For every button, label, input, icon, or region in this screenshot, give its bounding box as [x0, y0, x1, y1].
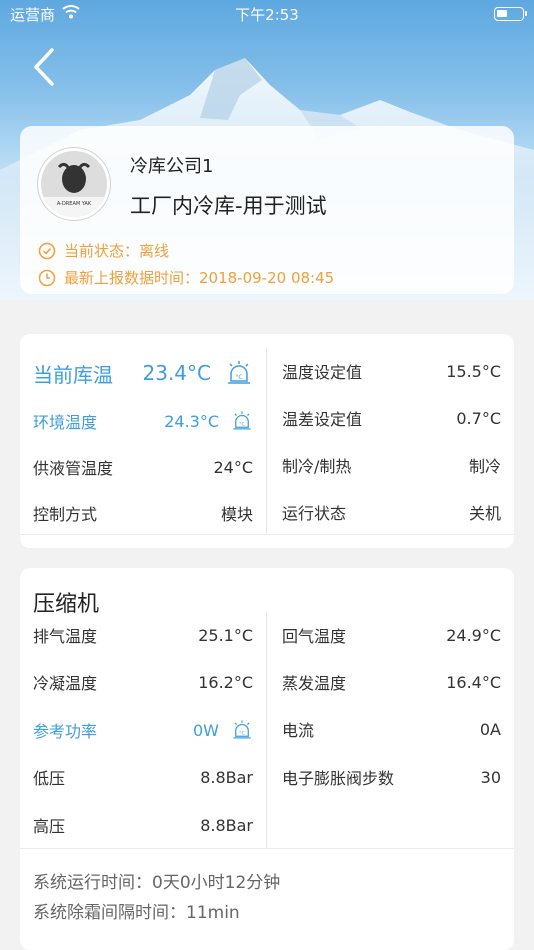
back-button[interactable]: [26, 42, 66, 92]
run-state-row: 运行状态 关机: [282, 499, 501, 525]
control-mode-label: 控制方式: [33, 505, 98, 524]
low-pressure-row: 低压 8.8Bar: [33, 764, 253, 790]
avatar-brand-text: A-DREAM YAK: [57, 201, 92, 207]
temp-setpoint-row: 温度设定值 15.5°C: [282, 358, 501, 384]
power-value: 0W: [193, 720, 219, 740]
condense-temp-label: 冷凝温度: [33, 674, 98, 693]
check-circle-icon: [38, 242, 56, 259]
temperature-alarm-icon[interactable]: °C: [231, 410, 253, 432]
compressor-card: 压缩机 排气温度 25.1°C 冷凝温度 16.2°C 参考功率 0W °C 低…: [20, 568, 514, 950]
env-temp-row: 环境温度 24.3°C °C: [33, 408, 253, 434]
svg-text:°C: °C: [239, 422, 245, 428]
divider: [266, 348, 267, 534]
control-mode-row: 控制方式 模块: [33, 500, 253, 526]
svg-text:°C: °C: [239, 731, 245, 737]
current-temp-row: 当前库温 23.4°C °C: [33, 358, 253, 388]
condense-temp-row: 冷凝温度 16.2°C: [33, 669, 253, 695]
return-temp-label: 回气温度: [282, 627, 347, 646]
current-value: 0A: [479, 719, 501, 739]
evap-temp-value: 16.4°C: [446, 672, 501, 692]
power-label: 参考功率: [33, 722, 98, 741]
current-temp-value: 23.4°C: [142, 361, 212, 385]
company-name: 冷库公司1: [130, 156, 214, 177]
status-row: 当前状态：离线: [38, 240, 169, 261]
temp-setpoint-label: 温度设定值: [282, 363, 363, 382]
env-temp-value: 24.3°C: [164, 411, 219, 431]
current-temp-label: 当前库温: [33, 362, 113, 387]
temp-diff-value: 0.7°C: [456, 408, 501, 428]
return-temp-row: 回气温度 24.9°C: [282, 622, 501, 648]
return-temp-value: 24.9°C: [446, 625, 501, 645]
status-time: 下午2:53: [235, 6, 299, 24]
divider: [20, 534, 514, 535]
supply-temp-value: 24°C: [213, 457, 253, 477]
supply-temp-row: 供液管温度 24°C: [33, 454, 253, 480]
valve-steps-value: 30: [480, 767, 501, 787]
exhaust-temp-row: 排气温度 25.1°C: [33, 622, 253, 648]
svg-text:°C: °C: [235, 374, 242, 381]
mode-label: 制冷/制热: [282, 457, 352, 476]
divider: [20, 848, 514, 849]
low-pressure-value: 8.8Bar: [200, 767, 253, 787]
status-text: 当前状态：离线: [64, 242, 170, 260]
exhaust-temp-label: 排气温度: [33, 627, 98, 646]
valve-steps-row: 电子膨胀阀步数 30: [282, 764, 501, 790]
defrost-interval: 系统除霜间隔时间：11min: [33, 903, 240, 923]
high-pressure-row: 高压 8.8Bar: [33, 812, 253, 838]
yak-logo-icon: A-DREAM YAK: [41, 151, 107, 217]
control-mode-value: 模块: [220, 505, 253, 524]
high-pressure-label: 高压: [33, 817, 66, 836]
report-time-row: 最新上报数据时间：2018-09-20 08:45: [38, 267, 334, 288]
temperature-card: 当前库温 23.4°C °C 环境温度 24.3°C °C 供液管温度 24°C…: [20, 334, 514, 548]
chevron-left-icon: [34, 48, 54, 86]
mode-value: 制冷: [468, 457, 501, 476]
evap-temp-label: 蒸发温度: [282, 674, 347, 693]
temp-diff-row: 温差设定值 0.7°C: [282, 405, 501, 431]
battery-level: [497, 10, 507, 17]
battery-icon: [494, 7, 527, 21]
temp-diff-label: 温差设定值: [282, 410, 363, 429]
temperature-alarm-icon[interactable]: °C: [225, 359, 253, 387]
clock-icon: [38, 269, 56, 286]
compressor-title: 压缩机: [33, 592, 100, 617]
run-state-value: 关机: [468, 504, 501, 523]
exhaust-temp-value: 25.1°C: [198, 625, 253, 645]
valve-steps-label: 电子膨胀阀步数: [282, 769, 395, 788]
power-row: 参考功率 0W °C: [33, 717, 253, 743]
low-pressure-label: 低压: [33, 769, 66, 788]
supply-temp-label: 供液管温度: [33, 459, 114, 478]
mode-row: 制冷/制热 制冷: [282, 452, 501, 478]
evap-temp-row: 蒸发温度 16.4°C: [282, 669, 501, 695]
warehouse-name: 工厂内冷库-用于测试: [130, 194, 327, 218]
high-pressure-value: 8.8Bar: [200, 815, 253, 835]
system-runtime: 系统运行时间：0天0小时12分钟: [33, 873, 281, 893]
company-avatar: A-DREAM YAK: [38, 148, 110, 220]
temp-setpoint-value: 15.5°C: [446, 361, 501, 381]
run-state-label: 运行状态: [282, 504, 347, 523]
env-temp-label: 环境温度: [33, 413, 98, 432]
warehouse-info-card: A-DREAM YAK 冷库公司1 工厂内冷库-用于测试 当前状态：离线 最新上…: [20, 126, 514, 294]
current-row: 电流 0A: [282, 716, 501, 742]
report-time-text: 最新上报数据时间：2018-09-20 08:45: [64, 269, 335, 287]
divider: [266, 612, 267, 848]
temperature-alarm-icon[interactable]: °C: [231, 719, 253, 741]
current-label: 电流: [282, 721, 315, 740]
status-bar: 运营商 下午2:53: [0, 0, 534, 28]
condense-temp-value: 16.2°C: [198, 672, 253, 692]
